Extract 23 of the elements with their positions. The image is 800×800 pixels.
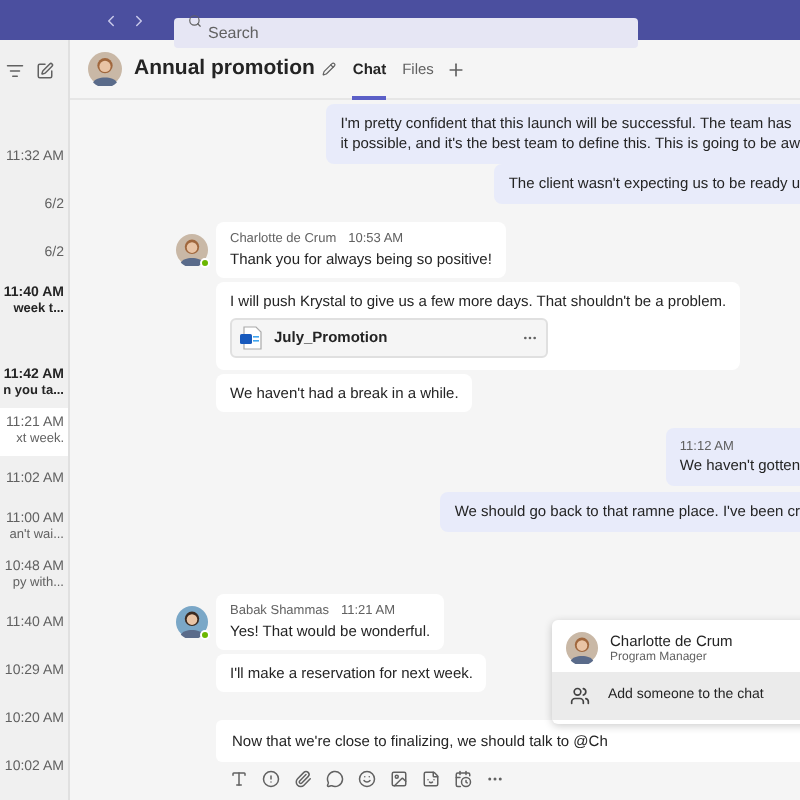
sticker-icon[interactable] <box>422 770 440 788</box>
add-people-icon <box>570 686 590 706</box>
status-icon <box>200 630 210 640</box>
avatar-icon <box>176 234 208 266</box>
schedule-icon[interactable] <box>454 770 472 788</box>
priority-icon[interactable] <box>262 770 280 788</box>
back-icon[interactable] <box>102 11 120 29</box>
chat-title: Annual promotion <box>134 53 315 84</box>
format-icon[interactable] <box>230 770 248 788</box>
word-file-icon <box>240 326 262 350</box>
attach-icon[interactable] <box>294 770 312 788</box>
compose-icon[interactable] <box>36 61 54 79</box>
status-icon <box>200 258 210 268</box>
edit-icon[interactable] <box>322 62 337 76</box>
add-tab-icon[interactable] <box>445 59 466 79</box>
forward-icon[interactable] <box>130 11 148 29</box>
search-field[interactable]: Search <box>174 17 638 47</box>
filter-icon[interactable] <box>6 61 24 79</box>
avatar-icon <box>566 632 598 664</box>
search-icon <box>188 13 202 27</box>
avatar-icon <box>176 606 208 638</box>
emoji-icon[interactable] <box>358 770 376 788</box>
avatar-icon <box>88 52 122 86</box>
